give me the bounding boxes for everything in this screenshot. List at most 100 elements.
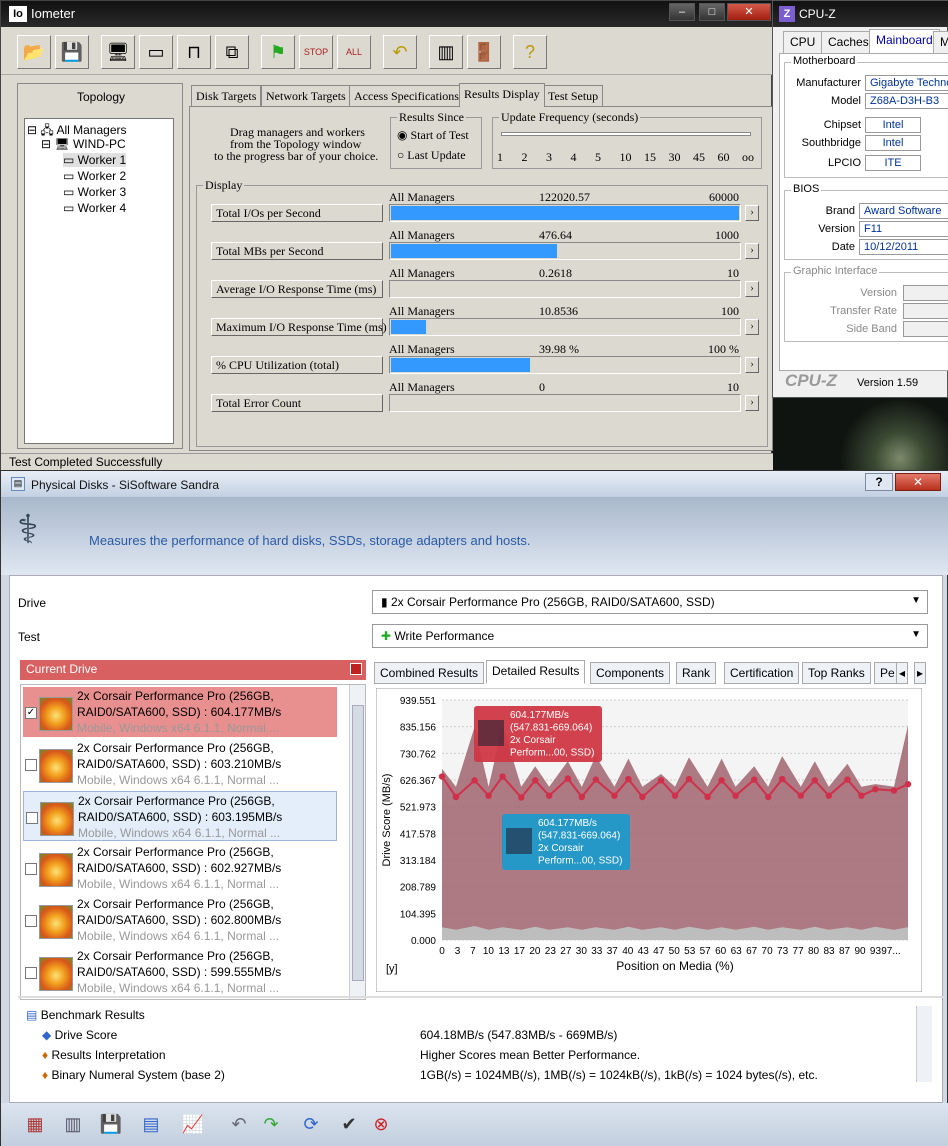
cpuz-titlebar[interactable]: Z CPU-Z xyxy=(773,1,948,27)
radio-start-of-test[interactable]: ◉ Start of Test xyxy=(397,128,469,143)
tree-item-manager[interactable]: ⊟ 🖥 WIND-PC xyxy=(41,137,126,151)
expand-icon[interactable]: › xyxy=(745,205,759,221)
tab-caches[interactable]: Caches xyxy=(821,31,876,53)
drive-thumbnail-icon xyxy=(39,749,73,783)
drive-thumbnail-icon xyxy=(40,802,74,836)
drive-list-item[interactable]: ✓ 2x Corsair Performance Pro (256GB, RAID0… xyxy=(23,687,337,737)
sandra-titlebar[interactable]: ▤ Physical Disks - SiSoftware Sandra ? ✕ xyxy=(1,471,948,497)
expand-icon[interactable]: › xyxy=(745,243,759,259)
metric-button[interactable]: Average I/O Response Time (ms) xyxy=(211,280,383,298)
tab-detailed-results[interactable]: Detailed Results xyxy=(486,660,586,684)
save-icon[interactable]: 💾 xyxy=(97,1111,125,1137)
metric-bar[interactable] xyxy=(389,242,741,260)
back-icon[interactable]: ↶ xyxy=(225,1111,253,1137)
tree-item-worker-3[interactable]: ▭ Worker 3 xyxy=(63,185,126,199)
tab-rank[interactable]: Rank xyxy=(676,662,717,684)
drive-checkbox[interactable] xyxy=(25,915,37,927)
drive-checkbox[interactable] xyxy=(26,812,38,824)
stop-all-icon[interactable]: ALL xyxy=(337,35,371,69)
calculator-icon[interactable]: ▦ xyxy=(21,1111,49,1137)
metric-button[interactable]: Maximum I/O Response Time (ms) xyxy=(211,318,387,336)
metric-max: 10 xyxy=(727,380,739,394)
scrollbar-thumb[interactable] xyxy=(352,705,364,981)
reset-icon[interactable]: ↶ xyxy=(383,35,417,69)
metric-bar[interactable] xyxy=(389,204,741,222)
network-worker-icon[interactable]: ⊓ xyxy=(177,35,211,69)
exit-icon[interactable]: 🚪 xyxy=(467,35,501,69)
close-button[interactable]: ✕ xyxy=(895,473,941,491)
tab-access-specifications[interactable]: Access Specifications xyxy=(349,85,464,107)
tab-certification[interactable]: Certification xyxy=(724,662,800,684)
tree-item-worker-4[interactable]: ▭ Worker 4 xyxy=(63,201,126,215)
graph-icon[interactable]: 📈 xyxy=(179,1111,207,1137)
expand-icon[interactable]: › xyxy=(745,281,759,297)
disk-worker-icon[interactable]: ▭ xyxy=(139,35,173,69)
tab-components[interactable]: Components xyxy=(590,662,671,684)
drive-list-item[interactable]: 2x Corsair Performance Pro (256GB, RAID0/… xyxy=(23,895,337,945)
x-tick-label: 73 xyxy=(777,946,789,957)
cancel-icon[interactable]: ⊗ xyxy=(367,1111,395,1137)
radio-last-update[interactable]: ○ Last Update xyxy=(397,148,466,163)
tab-mainboard[interactable]: Mainboard xyxy=(869,29,940,53)
tab-scroll-left-icon[interactable]: ◂ xyxy=(896,662,909,684)
metric-button[interactable]: Total MBs per Second xyxy=(211,242,383,260)
clear-icon[interactable] xyxy=(350,663,362,675)
expand-icon[interactable]: › xyxy=(745,357,759,373)
drive-checkbox[interactable] xyxy=(25,967,37,979)
stop-icon[interactable]: STOP xyxy=(299,35,333,69)
chart-options-icon[interactable]: ▤ xyxy=(137,1111,165,1137)
results-scrollbar[interactable] xyxy=(916,1006,932,1082)
forward-icon[interactable]: ↷ xyxy=(257,1111,285,1137)
tab-disk-targets[interactable]: Disk Targets xyxy=(191,85,262,107)
open-icon[interactable]: 📂 xyxy=(17,35,51,69)
help-button[interactable]: ? xyxy=(865,473,893,491)
maximize-button[interactable]: □ xyxy=(699,3,725,21)
drive-select[interactable]: ▮ 2x Corsair Performance Pro (256GB, RAI… xyxy=(372,590,928,614)
tab-memory[interactable]: Me xyxy=(933,31,948,53)
expand-icon[interactable]: › xyxy=(745,319,759,335)
expand-icon[interactable]: › xyxy=(745,395,759,411)
metric-button[interactable]: Total I/Os per Second xyxy=(211,204,383,222)
metric-button[interactable]: Total Error Count xyxy=(211,394,383,412)
x-tick-label: 43 xyxy=(638,946,650,957)
tree-item-worker-1[interactable]: ▭ Worker 1 xyxy=(63,153,127,167)
drive-list-item[interactable]: 2x Corsair Performance Pro (256GB, RAID0/… xyxy=(23,843,337,893)
drive-checkbox[interactable] xyxy=(25,759,37,771)
tab-scroll-right-icon[interactable]: ▸ xyxy=(914,662,927,684)
refresh-icon[interactable]: ⟳ xyxy=(297,1111,325,1137)
tree-item-worker-2[interactable]: ▭ Worker 2 xyxy=(63,169,126,183)
drive-list-item[interactable]: 2x Corsair Performance Pro (256GB, RAID0/… xyxy=(23,739,337,789)
ok-icon[interactable]: ✔ xyxy=(335,1111,363,1137)
tab-network-targets[interactable]: Network Targets xyxy=(261,85,351,107)
metric-bar[interactable] xyxy=(389,356,741,374)
drive-checkbox[interactable] xyxy=(25,863,37,875)
drive-line-2: RAID0/SATA600, SSD) : 603.195MB/s xyxy=(78,810,283,824)
drive-list-item[interactable]: 2x Corsair Performance Pro (256GB, RAID0/… xyxy=(23,947,337,997)
drive-line-3: Mobile, Windows x64 6.1.1, Normal ... xyxy=(77,981,280,995)
tab-results-display[interactable]: Results Display xyxy=(459,83,545,107)
disconnect-icon[interactable]: ▥ xyxy=(429,35,463,69)
tab-test-setup[interactable]: Test Setup xyxy=(543,85,604,107)
machine-icon[interactable]: ▥ xyxy=(59,1111,87,1137)
test-select[interactable]: ✚ Write Performance ▼ xyxy=(372,624,928,648)
metric-bar[interactable] xyxy=(389,318,741,336)
metric-button[interactable]: % CPU Utilization (total) xyxy=(211,356,383,374)
help-icon[interactable]: ? xyxy=(513,35,547,69)
tab-top-ranks[interactable]: Top Ranks xyxy=(802,662,871,684)
drive-checkbox[interactable]: ✓ xyxy=(25,707,37,719)
drive-list-scrollbar[interactable] xyxy=(349,685,365,999)
close-button[interactable]: ✕ xyxy=(727,3,771,21)
minimize-button[interactable]: – xyxy=(669,3,695,21)
score-point xyxy=(685,775,693,783)
duplicate-worker-icon[interactable]: ⧉ xyxy=(215,35,249,69)
tab-combined-results[interactable]: Combined Results xyxy=(374,662,485,684)
metric-bar[interactable] xyxy=(389,280,741,298)
tab-cpu[interactable]: CPU xyxy=(783,31,823,53)
new-manager-icon[interactable]: 🖥 xyxy=(101,35,135,69)
iometer-titlebar[interactable]: Io Iometer – □ ✕ xyxy=(1,1,773,27)
save-icon[interactable]: 💾 xyxy=(55,35,89,69)
metric-bar[interactable] xyxy=(389,394,741,412)
start-icon[interactable]: ⚑ xyxy=(261,35,295,69)
drive-list-item[interactable]: 2x Corsair Performance Pro (256GB, RAID0/… xyxy=(23,791,337,841)
update-frequency-slider[interactable] xyxy=(501,132,751,136)
